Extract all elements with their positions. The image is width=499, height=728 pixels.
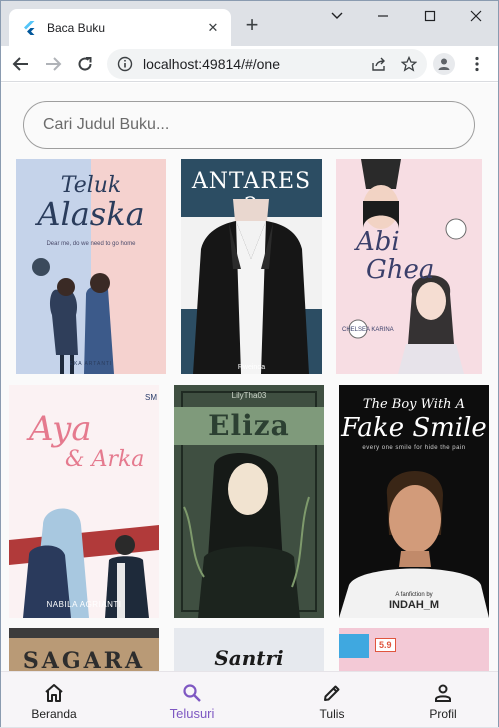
browser-window: Baca Buku ✕ + localhost:49814/#/one Cari…	[0, 0, 499, 727]
book-cover[interactable]: Abi Ghea CHELSEA KARINA	[336, 159, 482, 374]
arrow-left-icon	[12, 57, 28, 71]
book-cover[interactable]: 5.9	[339, 628, 489, 671]
close-tab-icon[interactable]: ✕	[205, 20, 221, 36]
close-window-button[interactable]	[464, 7, 488, 27]
nav-item-profil[interactable]: Profil	[398, 672, 488, 728]
book-cover[interactable]: ANTARES 2 Rweinda	[181, 159, 322, 374]
arrow-right-icon	[46, 57, 62, 71]
maximize-button[interactable]	[418, 7, 442, 27]
cover-illustration	[193, 199, 309, 374]
cover-illustration	[32, 258, 114, 374]
reload-button[interactable]	[73, 52, 97, 76]
share-icon[interactable]	[367, 52, 391, 76]
new-tab-button[interactable]: +	[242, 14, 262, 36]
app-content: Teluk Alaska Dear me, do we need to go h…	[1, 83, 498, 671]
nav-item-telusuri[interactable]: Telusuri	[147, 672, 237, 728]
nav-label: Tulis	[319, 707, 345, 721]
nav-label: Telusuri	[169, 706, 215, 721]
profile-avatar-icon[interactable]	[433, 53, 455, 75]
book-cover[interactable]: SM Aya & Arka NABILA AGRIANTI	[9, 385, 159, 618]
nav-item-tulis[interactable]: Tulis	[287, 672, 377, 728]
browser-tab[interactable]: Baca Buku ✕	[9, 9, 231, 46]
back-button[interactable]	[9, 52, 33, 76]
bookmark-star-icon[interactable]	[397, 52, 421, 76]
cover-illustration	[183, 453, 310, 618]
book-cover[interactable]: Santri	[174, 628, 324, 671]
home-icon	[42, 681, 66, 705]
pencil-icon	[320, 681, 344, 705]
flutter-logo-icon	[24, 20, 35, 35]
address-bar[interactable]: localhost:49814/#/one	[107, 49, 427, 79]
tab-search-dropdown-icon[interactable]	[325, 7, 349, 27]
minimize-button[interactable]	[371, 7, 395, 27]
more-menu-icon[interactable]	[469, 54, 485, 74]
tab-title: Baca Buku	[47, 20, 106, 35]
cover-illustration	[9, 508, 159, 618]
search-icon	[180, 681, 204, 705]
nav-label: Beranda	[31, 707, 77, 721]
book-cover[interactable]: The Boy With A Fake Smile every one smil…	[339, 385, 489, 618]
person-icon	[431, 681, 455, 705]
nav-label: Profil	[429, 707, 457, 721]
nav-item-beranda[interactable]: Beranda	[9, 672, 99, 728]
book-cover[interactable]: SAGARA	[9, 628, 159, 671]
tab-strip: Baca Buku ✕ +	[1, 1, 498, 46]
forward-button[interactable]	[41, 52, 65, 76]
info-icon[interactable]	[117, 56, 133, 72]
browser-toolbar: localhost:49814/#/one	[1, 46, 498, 82]
bottom-navigation: Beranda Telusuri Tulis Profil	[1, 671, 498, 727]
reload-icon	[78, 57, 92, 71]
book-cover[interactable]: Teluk Alaska Dear me, do we need to go h…	[16, 159, 166, 374]
book-cover[interactable]: LilyTha03 Eliza	[174, 385, 324, 618]
url-text[interactable]: localhost:49814/#/one	[143, 56, 367, 72]
search-input[interactable]	[23, 101, 475, 149]
